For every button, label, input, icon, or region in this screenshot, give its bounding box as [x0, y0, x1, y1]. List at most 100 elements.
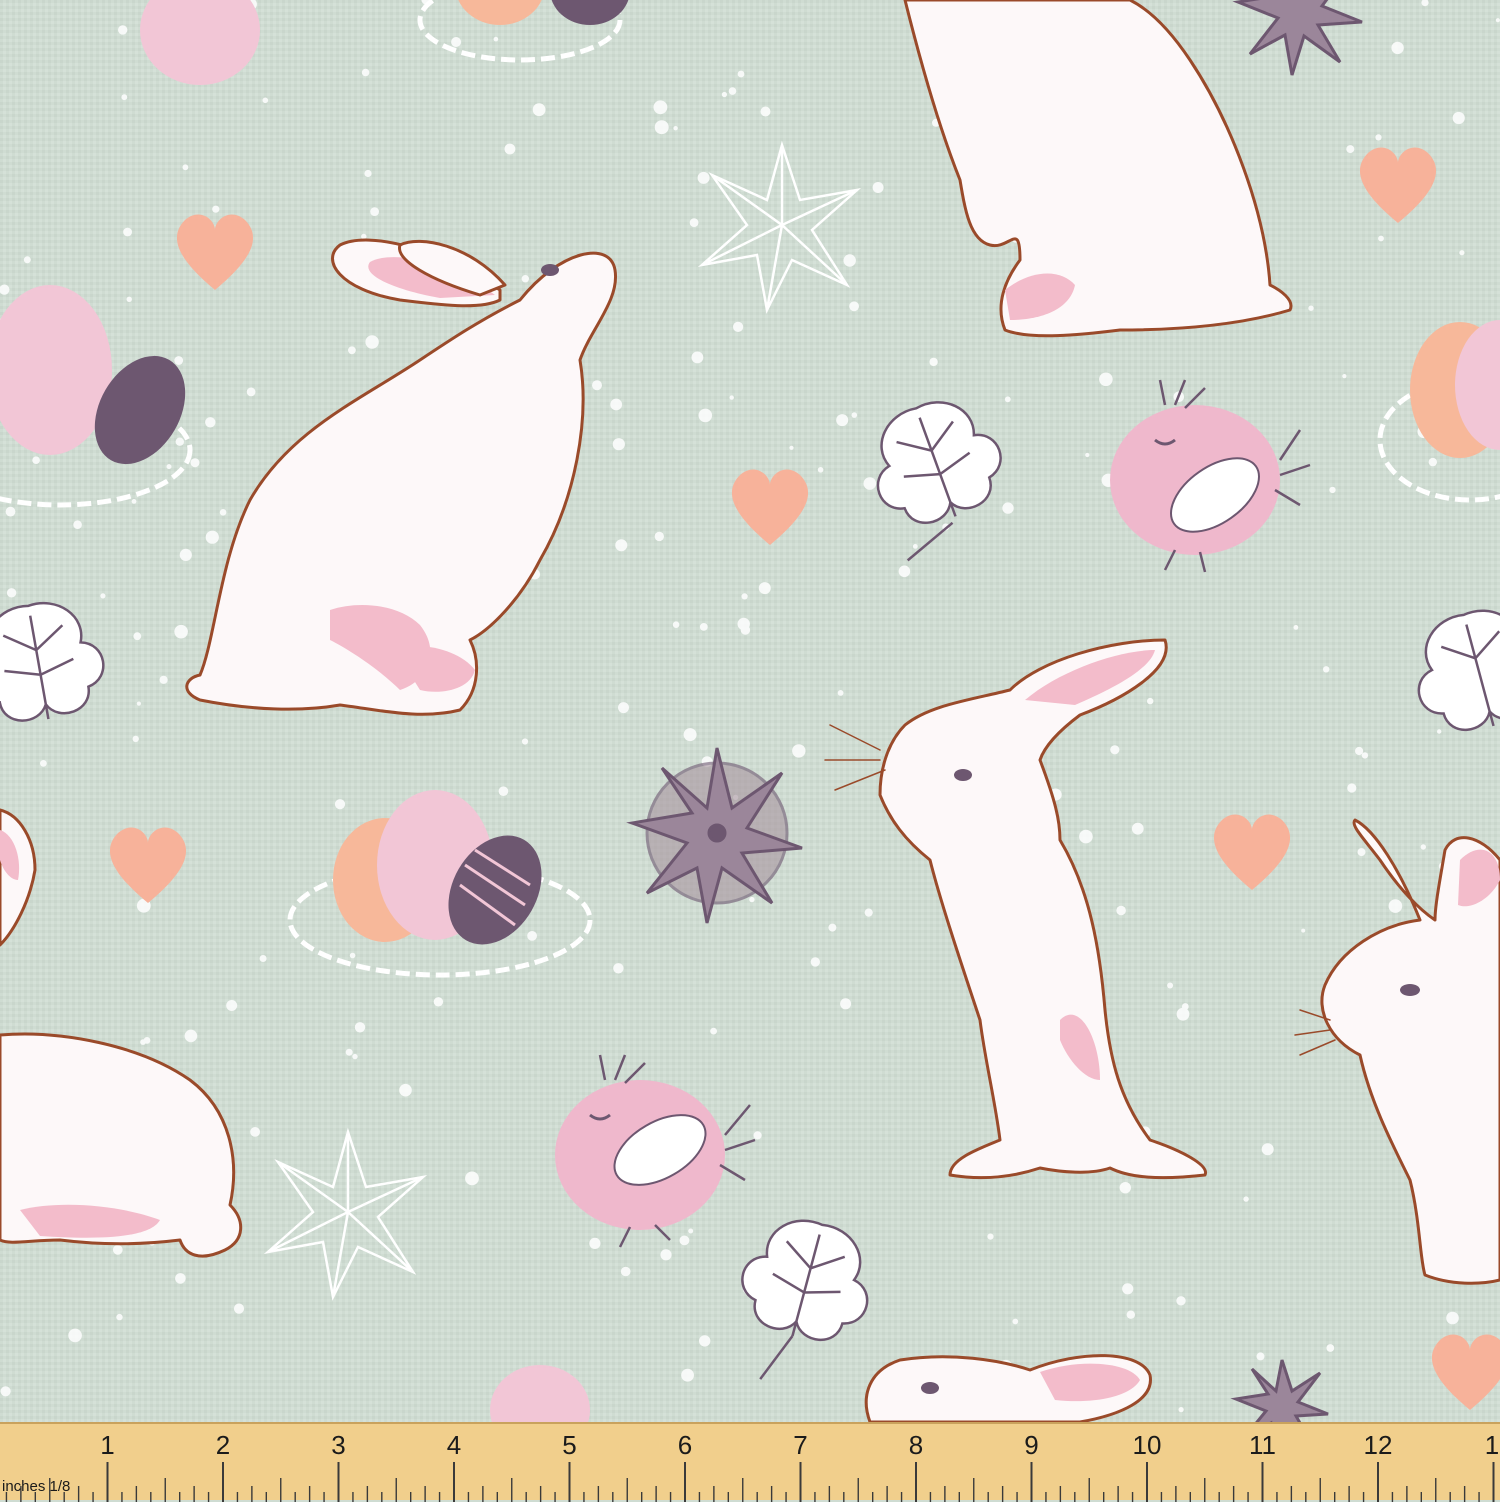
polka-dot [361, 233, 367, 240]
polka-dot [1329, 486, 1336, 494]
polka-dot [843, 254, 856, 267]
polka-dot [1119, 1182, 1132, 1194]
polka-dot [143, 1037, 151, 1044]
polka-dot [851, 412, 858, 418]
polka-dot [610, 398, 623, 411]
polka-dot [112, 1244, 123, 1255]
polka-dot [710, 1027, 717, 1035]
polka-dot [1147, 697, 1154, 705]
polka-dot [620, 1266, 631, 1277]
easter-bunny-fabric-pattern [0, 0, 1500, 1422]
polka-dot [840, 998, 852, 1010]
polka-dot [1452, 111, 1465, 125]
polka-dot [498, 786, 509, 796]
polka-dot [1176, 1007, 1190, 1021]
polka-dot [159, 675, 168, 684]
polka-dot [465, 1171, 479, 1186]
ruler-number: 2 [215, 1430, 231, 1460]
ruler-number: 6 [677, 1430, 693, 1460]
polka-dot [810, 957, 820, 967]
bunny-bottom-center [864, 1354, 1152, 1422]
polka-dot [1378, 235, 1384, 242]
polka-dot [1391, 41, 1404, 55]
polka-dot [612, 438, 625, 451]
polka-dot [205, 417, 216, 428]
polka-dot [123, 227, 132, 237]
polka-dot [728, 87, 737, 95]
polka-dot [1388, 899, 1403, 913]
polka-dot [1355, 746, 1364, 756]
polka-dot [521, 275, 529, 283]
polka-dot [817, 467, 824, 473]
polka-dot [132, 735, 139, 743]
polka-dot [1361, 752, 1369, 759]
polka-dot [126, 296, 132, 302]
polka-dot [348, 346, 356, 355]
polka-dot [912, 544, 918, 549]
polka-dot [1122, 1283, 1134, 1295]
polka-dot [212, 205, 220, 213]
polka-dot [592, 380, 602, 391]
polka-dot [190, 458, 200, 468]
polka-dot [1131, 822, 1144, 835]
polka-dot [1346, 145, 1355, 154]
polka-dot [345, 1048, 353, 1056]
polka-dot [987, 1233, 994, 1240]
polka-dot [1116, 905, 1126, 916]
polka-dot [1301, 928, 1306, 933]
polka-dot [1357, 848, 1366, 857]
polka-dot [699, 623, 708, 631]
polka-dot [737, 70, 745, 78]
polka-dot [760, 106, 771, 117]
polka-dot [73, 520, 82, 529]
polka-dot [898, 565, 911, 578]
ruler-number: 7 [793, 1430, 808, 1460]
polka-dot [349, 952, 356, 959]
polka-dot [1126, 1310, 1136, 1319]
polka-dot [1420, 844, 1427, 850]
polka-dot [504, 143, 516, 155]
polka-dot [589, 1237, 601, 1249]
polka-dot [1099, 372, 1113, 387]
polka-dot [792, 744, 806, 758]
ruler-number: 1 [1484, 1430, 1500, 1460]
polka-dot [653, 100, 668, 115]
polka-dot [688, 1228, 694, 1234]
ruler-number: 8 [908, 1430, 924, 1460]
polka-dot [837, 690, 844, 696]
polka-dot [250, 1127, 260, 1137]
polka-dot [532, 103, 546, 117]
polka-dot [1459, 250, 1465, 256]
ruler-number: 9 [1024, 1430, 1039, 1460]
polka-dot [364, 169, 372, 178]
polka-dot [691, 351, 704, 364]
polka-dot [5, 506, 16, 517]
polka-dot [864, 908, 873, 917]
polka-dot [698, 408, 713, 423]
polka-dot [613, 963, 624, 974]
polka-dot [828, 923, 837, 932]
polka-dot [741, 593, 748, 600]
polka-dot [433, 997, 444, 1007]
polka-dot [354, 1022, 366, 1033]
polka-dot [1256, 1352, 1265, 1361]
polka-dot [836, 414, 849, 427]
polka-dot [654, 120, 669, 135]
polka-dot [174, 624, 188, 639]
polka-dot [1342, 374, 1347, 379]
polka-dot [1437, 729, 1442, 734]
ruler-number: 5 [562, 1430, 577, 1460]
polka-dot [226, 1000, 238, 1011]
polka-dot [1347, 783, 1357, 793]
polka-dot [683, 728, 697, 742]
polka-dot [451, 37, 462, 47]
polka-dot [262, 97, 269, 104]
polka-dot [133, 632, 142, 641]
polka-dot [233, 1303, 245, 1314]
polka-dot [697, 171, 710, 184]
polka-dot [246, 387, 256, 397]
polka-dot [334, 799, 346, 810]
polka-dot [1167, 982, 1174, 989]
ruler-number: 11 [1249, 1430, 1276, 1460]
polka-dot [699, 1335, 711, 1347]
